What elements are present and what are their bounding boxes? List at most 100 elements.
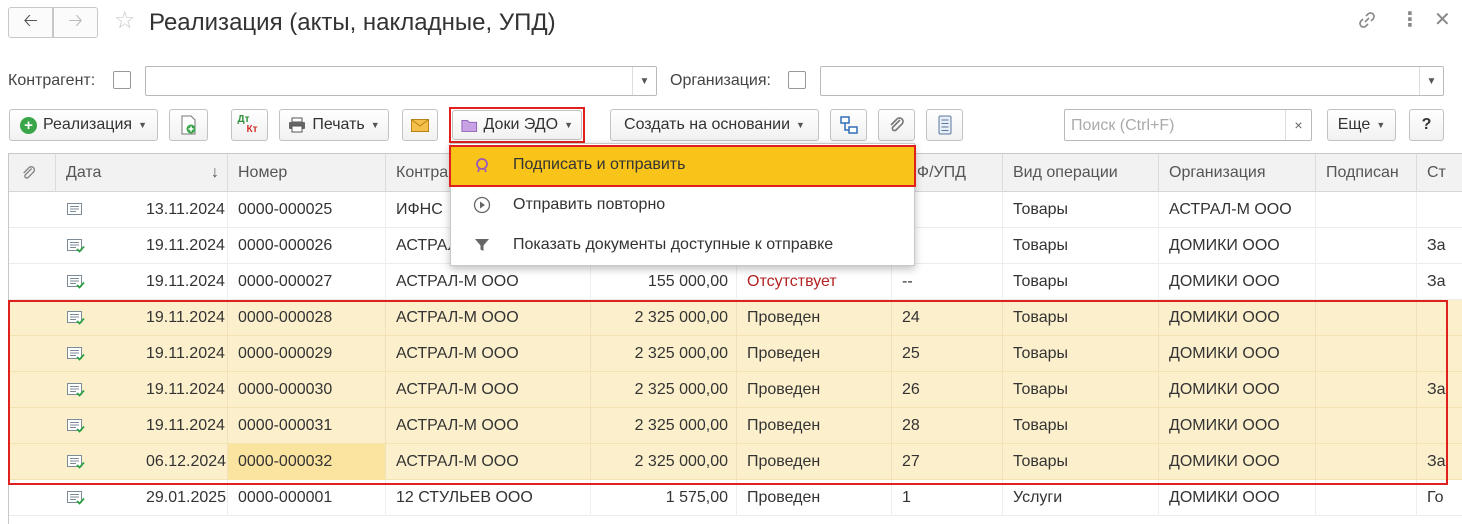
counterparty-checkbox[interactable] [113, 71, 131, 89]
cell-date[interactable]: 19.11.2024 [56, 372, 228, 408]
cell-last[interactable] [1417, 192, 1462, 228]
create-based-on-button[interactable]: Создать на основании ▼ [610, 109, 819, 141]
cell-last[interactable]: За [1417, 444, 1462, 480]
cell-number[interactable]: 0000-000001 [228, 480, 386, 516]
cell-date[interactable]: 13.11.2024 [56, 192, 228, 228]
cell-operation[interactable]: Услуги [1003, 480, 1159, 516]
cell-number[interactable]: 0000-000030 [228, 372, 386, 408]
cell-last[interactable] [1417, 300, 1462, 336]
dt-kt-button[interactable]: Дт Кт [231, 109, 268, 141]
column-number[interactable]: Номер [228, 154, 386, 192]
cell-last[interactable] [1417, 408, 1462, 444]
cell-date[interactable]: 29.01.2025 [56, 480, 228, 516]
cell-organization[interactable]: ДОМИКИ ООО [1159, 408, 1316, 444]
table-row[interactable]: 29.01.2025 0000-000001 12 СТУЛЬЕВ ООО 1 575… [9, 480, 1462, 516]
cell-number[interactable]: 0000-000028 [228, 300, 386, 336]
cell-operation[interactable]: Товары [1003, 408, 1159, 444]
cell-operation[interactable]: Товары [1003, 264, 1159, 300]
chevron-down-icon[interactable]: ▼ [1419, 67, 1443, 95]
cell-signed[interactable] [1316, 192, 1417, 228]
cell-number[interactable]: 0000-000026 [228, 228, 386, 264]
cell-status[interactable]: Проведен [737, 480, 892, 516]
cell-invoice[interactable]: 24 [892, 300, 1003, 336]
cell-organization[interactable]: ДОМИКИ ООО [1159, 372, 1316, 408]
cell-date[interactable]: 06.12.2024 [56, 444, 228, 480]
table-row[interactable]: 19.11.2024 0000-000029 АСТРАЛ-М ООО 2 325 0… [9, 336, 1462, 372]
cell-operation[interactable]: Товары [1003, 228, 1159, 264]
cell-signed[interactable] [1316, 444, 1417, 480]
table-row[interactable]: 06.12.2024 0000-000032 АСТРАЛ-М ООО 2 325 0… [9, 444, 1462, 480]
search-field[interactable]: Поиск (Ctrl+F) × [1064, 109, 1312, 141]
cell-signed[interactable] [1316, 336, 1417, 372]
attachments-button[interactable] [878, 109, 915, 141]
cell-number[interactable]: 0000-000031 [228, 408, 386, 444]
column-date[interactable]: Дата ↓ [56, 154, 228, 192]
cell-amount[interactable]: 2 325 000,00 [591, 372, 737, 408]
copy-document-button[interactable] [169, 109, 208, 141]
cell-signed[interactable] [1316, 228, 1417, 264]
cell-last[interactable]: За [1417, 228, 1462, 264]
cell-date[interactable]: 19.11.2024 [56, 228, 228, 264]
cell-last[interactable] [1417, 336, 1462, 372]
cell-organization[interactable]: ДОМИКИ ООО [1159, 264, 1316, 300]
counterparty-select[interactable]: ▼ [145, 66, 657, 96]
cell-organization[interactable]: АСТРАЛ-М ООО [1159, 192, 1316, 228]
cell-date[interactable]: 19.11.2024 [56, 408, 228, 444]
structure-button[interactable] [830, 109, 867, 141]
cell-status[interactable]: Проведен [737, 336, 892, 372]
cell-signed[interactable] [1316, 300, 1417, 336]
cell-organization[interactable]: ДОМИКИ ООО [1159, 300, 1316, 336]
cell-amount[interactable]: 2 325 000,00 [591, 336, 737, 372]
cell-organization[interactable]: ДОМИКИ ООО [1159, 228, 1316, 264]
cell-counterparty[interactable]: АСТРАЛ-М ООО [386, 300, 591, 336]
cell-invoice[interactable]: 26 [892, 372, 1003, 408]
menu-item-sign-and-send[interactable]: Подписать и отправить [451, 145, 914, 185]
cell-organization[interactable]: ДОМИКИ ООО [1159, 336, 1316, 372]
column-state[interactable]: Ст [1417, 154, 1462, 192]
cell-invoice[interactable]: 1 [892, 480, 1003, 516]
cell-organization[interactable]: ДОМИКИ ООО [1159, 480, 1316, 516]
cell-counterparty[interactable]: АСТРАЛ-М ООО [386, 408, 591, 444]
back-button[interactable]: 🡠 [8, 7, 53, 38]
cell-invoice[interactable]: -- [892, 264, 1003, 300]
cell-signed[interactable] [1316, 372, 1417, 408]
table-row[interactable]: 19.11.2024 0000-000028 АСТРАЛ-М ООО 2 325 0… [9, 300, 1462, 336]
cell-number[interactable]: 0000-000032 [228, 444, 386, 480]
column-signed[interactable]: Подписан [1316, 154, 1417, 192]
cell-date[interactable]: 19.11.2024 [56, 336, 228, 372]
send-email-button[interactable] [402, 109, 438, 141]
cell-amount[interactable]: 2 325 000,00 [591, 300, 737, 336]
cell-operation[interactable]: Товары [1003, 192, 1159, 228]
organization-select[interactable]: ▼ [820, 66, 1444, 96]
cell-last[interactable]: За [1417, 372, 1462, 408]
cell-date[interactable]: 19.11.2024 [56, 300, 228, 336]
cell-amount[interactable]: 2 325 000,00 [591, 408, 737, 444]
cell-last[interactable]: За [1417, 264, 1462, 300]
edo-documents-button[interactable]: Доки ЭДО ▼ [452, 110, 582, 140]
column-operation[interactable]: Вид операции [1003, 154, 1159, 192]
favorite-star-icon[interactable]: ☆ [114, 9, 136, 33]
column-organization[interactable]: Организация [1159, 154, 1316, 192]
cell-organization[interactable]: ДОМИКИ ООО [1159, 444, 1316, 480]
cell-status[interactable]: Проведен [737, 408, 892, 444]
cell-counterparty[interactable]: АСТРАЛ-М ООО [386, 444, 591, 480]
cell-status[interactable]: Отсутствует [737, 264, 892, 300]
cell-status[interactable]: Проведен [737, 444, 892, 480]
cell-signed[interactable] [1316, 408, 1417, 444]
cell-operation[interactable]: Товары [1003, 336, 1159, 372]
table-row[interactable]: 19.11.2024 0000-000027 АСТРАЛ-М ООО 155 000… [9, 264, 1462, 300]
create-realization-button[interactable]: + Реализация ▼ [9, 109, 158, 141]
cell-signed[interactable] [1316, 264, 1417, 300]
cell-operation[interactable]: Товары [1003, 372, 1159, 408]
cell-invoice[interactable]: 25 [892, 336, 1003, 372]
organization-checkbox[interactable] [788, 71, 806, 89]
cell-status[interactable]: Проведен [737, 372, 892, 408]
cell-counterparty[interactable]: 12 СТУЛЬЕВ ООО [386, 480, 591, 516]
cell-counterparty[interactable]: АСТРАЛ-М ООО [386, 264, 591, 300]
cell-invoice[interactable]: 28 [892, 408, 1003, 444]
print-button[interactable]: Печать ▼ [279, 109, 389, 141]
chevron-down-icon[interactable]: ▼ [632, 67, 656, 95]
table-row[interactable]: 19.11.2024 0000-000030 АСТРАЛ-М ООО 2 325 0… [9, 372, 1462, 408]
more-button[interactable]: Еще ▼ [1327, 109, 1396, 141]
clear-search-button[interactable]: × [1285, 110, 1311, 140]
